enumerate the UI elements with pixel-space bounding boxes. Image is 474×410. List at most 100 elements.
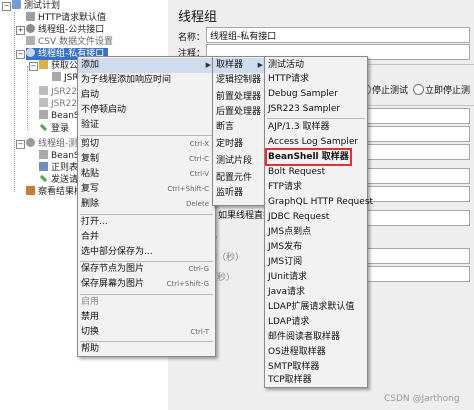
menu-shortcut: Ctrl-C — [189, 155, 209, 163]
script-icon — [39, 98, 48, 107]
tree-item-label: 线程组-公共接口 — [38, 25, 105, 35]
tree-guide-line — [14, 12, 15, 192]
tree-item-fetch-public[interactable]: 获取公 — [39, 60, 78, 72]
gear-icon — [26, 138, 35, 147]
loop-count-field[interactable] — [358, 144, 470, 160]
menu-item-label: JSR223 Sampler — [268, 104, 341, 114]
menu-item-add-response-time[interactable]: 为子线程添加响应时间 — [78, 73, 215, 88]
tree-item-jsr223-b[interactable]: JSR22 — [39, 98, 77, 110]
collapse-toggle[interactable]: − — [16, 140, 25, 149]
sampler-item-jms-p2p[interactable]: JMS点到点 — [265, 225, 367, 240]
sampler-item-tcp[interactable]: TCP取样器 — [265, 373, 367, 388]
submenu-item-logic-controller[interactable]: 逻辑控制器 — [213, 73, 267, 88]
menu-item-open[interactable]: 打开... — [78, 215, 215, 230]
menu-item-delete[interactable]: 删除 Delete — [78, 197, 215, 212]
submenu-item-listener[interactable]: 监听器 — [213, 186, 267, 201]
tree-item-beanshell-b[interactable]: BeanS — [39, 150, 80, 162]
submenu-item-preprocessor[interactable]: 前置处理器 — [213, 90, 267, 105]
tree-item-label: CSV 数据文件设置 — [38, 37, 114, 47]
menu-item-add[interactable]: 添加 ▶ — [78, 58, 215, 73]
tree-item-http-defaults[interactable]: HTTP请求默认值 — [26, 12, 106, 24]
delay-thread-field[interactable] — [358, 186, 470, 202]
menu-item-paste[interactable]: 粘贴 Ctrl-V — [78, 167, 215, 182]
sampler-item-debug-sampler[interactable]: Debug Sampler — [265, 87, 367, 102]
thread-count-field[interactable] — [358, 108, 470, 124]
menu-item-label: 后置处理器 — [216, 107, 262, 117]
menu-item-label: 定时器 — [216, 139, 244, 149]
sampler-item-test-action[interactable]: 测试活动 — [265, 58, 367, 73]
tree-item-label: 发送请 — [51, 175, 79, 185]
sampler-item-ldap-extended[interactable]: LDAP扩展请求默认值 — [265, 300, 367, 315]
tree-item-login[interactable]: 登录 — [39, 123, 69, 135]
sampler-item-java-request[interactable]: Java请求 — [265, 285, 367, 300]
script-icon — [39, 110, 48, 119]
menu-item-cut[interactable]: 剪切 Ctrl-X — [78, 137, 215, 152]
sampler-item-jsr223-sampler[interactable]: JSR223 Sampler — [265, 102, 367, 117]
menu-item-label: 取样器 — [216, 60, 244, 70]
sampler-item-jdbc[interactable]: JDBC Request — [265, 210, 367, 225]
menu-item-copy[interactable]: 复制 Ctrl-C — [78, 152, 215, 167]
tree-item-public-thread-group[interactable]: 线程组-公共接口 — [26, 24, 104, 36]
tree-item-jsr223-a[interactable]: JSR22 — [39, 86, 77, 98]
sampler-item-http-request[interactable]: HTTP请求 — [265, 72, 367, 87]
sampler-item-os-process[interactable]: OS进程取样器 — [265, 345, 367, 360]
menu-item-help[interactable]: 帮助 — [78, 342, 215, 357]
collapse-toggle[interactable]: − — [29, 62, 38, 71]
menu-item-save-screen-image[interactable]: 保存屏幕为图片 Ctrl+Shift-G — [78, 277, 215, 292]
menu-item-validate[interactable]: 验证 — [78, 118, 215, 133]
sampler-item-junit[interactable]: JUnit请求 — [265, 270, 367, 285]
menu-item-save-node-image[interactable]: 保存节点为图片 Ctrl-G — [78, 262, 215, 277]
menu-item-merge[interactable]: 合并 — [78, 230, 215, 245]
tree-item-label: 线程组-测 — [38, 139, 78, 149]
menu-item-label: 不停顿启动 — [81, 105, 127, 115]
menu-item-label: 配置元件 — [216, 173, 253, 183]
menu-item-label: 复写 — [81, 184, 100, 194]
sampler-item-ajp[interactable]: AJP/1.3 取样器 — [265, 120, 367, 135]
name-field[interactable]: 线程组-私有接口 — [206, 27, 470, 43]
scheduler-field[interactable] — [358, 210, 470, 226]
sampler-item-jms-publish[interactable]: JMS发布 — [265, 240, 367, 255]
menu-item-label: 保存节点为图片 — [81, 264, 145, 274]
results-icon — [26, 186, 35, 195]
submenu-item-sampler[interactable]: 取样器 ▶ — [213, 58, 267, 73]
menu-item-save-selection[interactable]: 选中部分保存为... — [78, 245, 215, 260]
stop-now-radio[interactable] — [413, 84, 424, 95]
tree-item-label: 登录 — [51, 124, 70, 134]
submenu-item-postprocessor[interactable]: 后置处理器 — [213, 105, 267, 120]
menu-item-label: JUnit请求 — [268, 272, 307, 282]
sampler-item-ftp-request[interactable]: FTP请求 — [265, 180, 367, 195]
sampler-item-graphql[interactable]: GraphQL HTTP Request — [265, 195, 373, 210]
tree-item-csv-config[interactable]: CSV 数据文件设置 — [26, 36, 113, 48]
menu-item-toggle[interactable]: 切换 Ctrl-T — [78, 325, 215, 340]
menu-item-label: TCP取样器 — [268, 375, 312, 385]
submenu-item-assertion[interactable]: 断言 — [213, 120, 267, 135]
tree-item-view-results[interactable]: 察看结果树 — [26, 186, 83, 198]
script-icon — [39, 86, 48, 95]
menu-item-enable[interactable]: 启用 — [78, 295, 215, 310]
menu-item-label: 粘贴 — [81, 169, 100, 179]
menu-item-label: 逻辑控制器 — [216, 75, 262, 85]
sampler-item-bolt-request[interactable]: Bolt Request — [265, 165, 367, 180]
sampler-item-jms-subscribe[interactable]: JMS订阅 — [265, 255, 367, 270]
expand-toggle[interactable]: + — [16, 26, 25, 35]
sampler-item-mail-reader[interactable]: 邮件阅读者取样器 — [265, 330, 367, 345]
same-user-field[interactable] — [358, 168, 470, 184]
tree-item-test-thread-group[interactable]: 线程组-测 — [26, 138, 77, 150]
tree-item-jsr[interactable]: JSR — [52, 72, 79, 84]
menu-item-start-no-pause[interactable]: 不停顿启动 — [78, 103, 215, 118]
menu-item-duplicate[interactable]: 复写 Ctrl+Shift-C — [78, 182, 215, 197]
tree-item-test-plan[interactable]: 测试计划 — [12, 0, 60, 12]
ramp-up-field[interactable] — [358, 126, 470, 142]
collapse-toggle[interactable]: − — [16, 50, 25, 59]
tree-item-regex[interactable]: 正则表 — [39, 162, 78, 174]
menu-item-disable[interactable]: 禁用 — [78, 310, 215, 325]
menu-item-start[interactable]: 启动 — [78, 88, 215, 103]
submenu-item-timer[interactable]: 定时器 — [213, 137, 267, 152]
submenu-item-test-fragment[interactable]: 测试片段 — [213, 154, 267, 169]
collapse-toggle[interactable]: − — [2, 2, 11, 11]
tree-item-send-request[interactable]: 发送请 — [39, 174, 78, 186]
sampler-item-ldap-request[interactable]: LDAP请求 — [265, 315, 367, 330]
menu-item-label: Access Log Sampler — [268, 137, 359, 147]
submenu-item-config-element[interactable]: 配置元件 — [213, 171, 267, 186]
tree-item-beanshell-a[interactable]: BeanS — [39, 110, 80, 122]
